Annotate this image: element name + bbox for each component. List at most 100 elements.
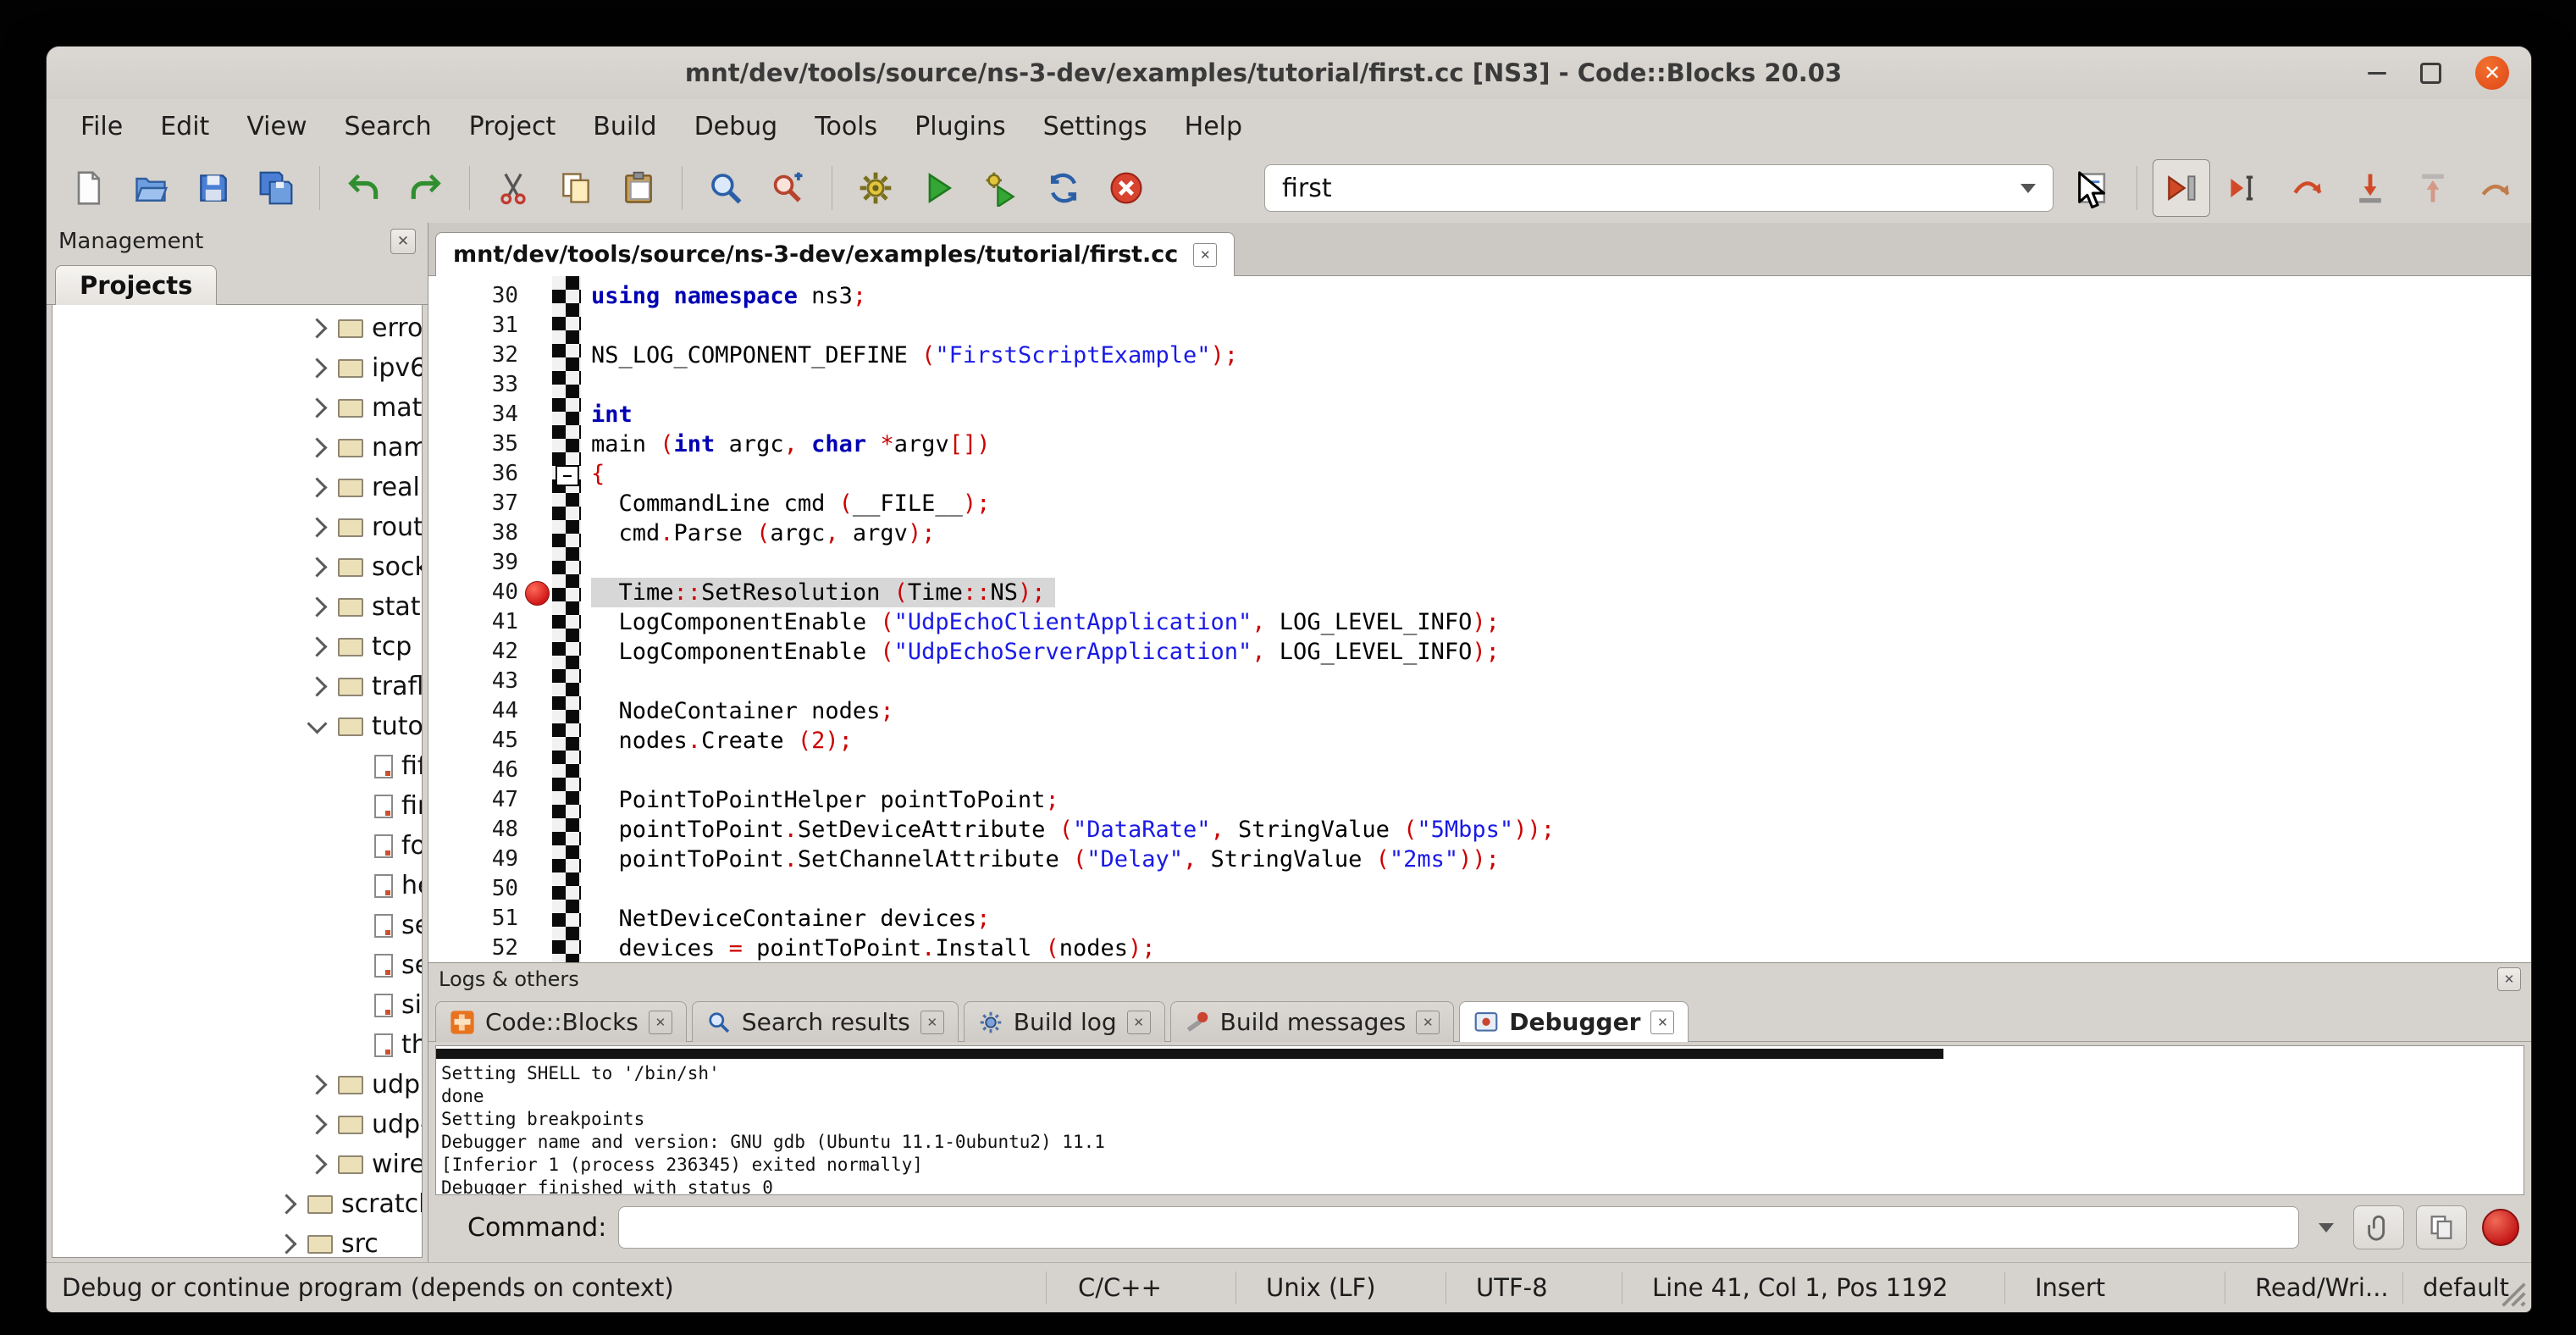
tab-close-icon[interactable]: ✕ (1127, 1011, 1151, 1034)
tree-item-udp-[interactable]: udp- (53, 1105, 422, 1144)
debug-continue-button[interactable] (2153, 159, 2210, 217)
chevron-right-icon[interactable] (307, 676, 327, 696)
menu-build[interactable]: Build (574, 107, 675, 147)
redo-button[interactable] (398, 160, 454, 216)
code-area[interactable]: 30using namespace ns3;3132NS_LOG_COMPONE… (428, 281, 2531, 962)
menu-tools[interactable]: Tools (796, 107, 896, 147)
tree-item-nam[interactable]: nam (53, 428, 422, 468)
command-input[interactable] (618, 1206, 2299, 1249)
command-history-chevron-icon[interactable] (2311, 1209, 2341, 1246)
editor-tab-first-cc[interactable]: mnt/dev/tools/source/ns-3-dev/examples/t… (435, 232, 1235, 276)
chevron-right-icon[interactable] (276, 1233, 296, 1254)
code-line-44[interactable]: 44 NodeContainer nodes; (428, 696, 2531, 726)
code-line-43[interactable]: 43 (428, 667, 2531, 696)
tree-item-real[interactable]: real (53, 468, 422, 507)
tree-item-wire[interactable]: wire (53, 1144, 422, 1184)
chevron-right-icon[interactable] (307, 357, 327, 378)
next-line-button[interactable] (2280, 160, 2336, 216)
chevron-right-icon[interactable] (307, 636, 327, 656)
chevron-down-icon[interactable] (307, 713, 327, 734)
title-bar[interactable]: mnt/dev/tools/source/ns-3-dev/examples/t… (47, 47, 2531, 99)
code-line-40[interactable]: 40 Time::SetResolution (Time::NS); (428, 578, 2531, 607)
menu-project[interactable]: Project (451, 107, 575, 147)
run-button[interactable] (910, 160, 966, 216)
step-out-button[interactable] (2405, 160, 2461, 216)
chevron-down-icon[interactable] (2020, 184, 2036, 193)
chevron-right-icon[interactable] (307, 596, 327, 617)
resize-grip[interactable] (2490, 1271, 2528, 1309)
tree-item-si[interactable]: si (53, 985, 422, 1025)
tab-close-icon[interactable]: ✕ (649, 1011, 672, 1034)
chevron-right-icon[interactable] (276, 1194, 296, 1214)
tree-item-fo[interactable]: fo (53, 826, 422, 866)
code-line-48[interactable]: 48 pointToPoint.SetDeviceAttribute ("Dat… (428, 815, 2531, 845)
editor-tab-close-icon[interactable]: ✕ (1193, 243, 1217, 267)
tree-item-tcp[interactable]: tcp (53, 627, 422, 667)
close-button[interactable]: ✕ (2475, 56, 2509, 90)
paste-button[interactable] (611, 160, 666, 216)
code-line-37[interactable]: 37 CommandLine cmd (__FILE__); (428, 489, 2531, 518)
logs-panel-close-icon[interactable]: ✕ (2497, 967, 2521, 991)
code-line-41[interactable]: 41 LogComponentEnable ("UdpEchoClientApp… (428, 607, 2531, 637)
chevron-right-icon[interactable] (307, 437, 327, 457)
code-line-42[interactable]: 42 LogComponentEnable ("UdpEchoServerApp… (428, 637, 2531, 667)
tree-item-fir[interactable]: fir (53, 786, 422, 826)
tree-item-se[interactable]: se (53, 906, 422, 945)
tree-item-scratcl[interactable]: scratcl (53, 1184, 422, 1224)
stop-debugger-button[interactable] (2482, 1209, 2519, 1246)
incremental-search-combo[interactable]: first (1264, 164, 2054, 212)
chevron-right-icon[interactable] (307, 517, 327, 537)
build-button[interactable] (848, 160, 904, 216)
save-button[interactable] (185, 160, 241, 216)
chevron-right-icon[interactable] (307, 318, 327, 338)
code-line-35[interactable]: 35main (int argc, char *argv[]) (428, 429, 2531, 459)
logs-tab-search-results[interactable]: Search results✕ (692, 1001, 959, 1042)
menu-plugins[interactable]: Plugins (896, 107, 1024, 147)
menu-edit[interactable]: Edit (141, 107, 228, 147)
chevron-right-icon[interactable] (307, 1074, 327, 1094)
save-all-button[interactable] (248, 160, 304, 216)
chevron-right-icon[interactable] (307, 397, 327, 418)
open-file-button[interactable] (123, 160, 179, 216)
menu-view[interactable]: View (228, 107, 325, 147)
find-button[interactable] (698, 160, 754, 216)
code-line-50[interactable]: 50 (428, 874, 2531, 904)
attach-button[interactable] (2353, 1205, 2404, 1249)
tree-item-se[interactable]: se (53, 945, 422, 985)
run-to-cursor-button[interactable] (2217, 160, 2273, 216)
menu-search[interactable]: Search (326, 107, 451, 147)
logs-tab-code-blocks[interactable]: Code::Blocks✕ (435, 1001, 687, 1042)
code-line-45[interactable]: 45 nodes.Create (2); (428, 726, 2531, 756)
chevron-right-icon[interactable] (307, 1154, 327, 1174)
code-line-39[interactable]: 39 (428, 548, 2531, 578)
tab-projects[interactable]: Projects (55, 265, 217, 305)
tab-close-icon[interactable]: ✕ (920, 1011, 944, 1034)
undo-button[interactable] (335, 160, 391, 216)
debugger-log-output[interactable]: Setting SHELL to '/bin/sh'doneSetting br… (435, 1045, 2524, 1195)
management-close-icon[interactable]: ✕ (390, 229, 416, 254)
code-line-30[interactable]: 30using namespace ns3; (428, 281, 2531, 311)
chevron-right-icon[interactable] (307, 1114, 327, 1134)
logs-tab-debugger[interactable]: Debugger✕ (1459, 1001, 1689, 1042)
tab-close-icon[interactable]: ✕ (1416, 1011, 1440, 1034)
copy-log-button[interactable] (2416, 1205, 2467, 1249)
tree-item-udp[interactable]: udp (53, 1065, 422, 1105)
code-line-46[interactable]: 46 (428, 756, 2531, 785)
tree-item-src[interactable]: src (53, 1224, 422, 1258)
tree-item-stat[interactable]: stat (53, 587, 422, 627)
code-line-32[interactable]: 32NS_LOG_COMPONENT_DEFINE ("FirstScriptE… (428, 341, 2531, 370)
chevron-right-icon[interactable] (307, 477, 327, 497)
maximize-button[interactable] (2420, 63, 2441, 84)
tab-close-icon[interactable]: ✕ (1650, 1011, 1674, 1034)
chevron-right-icon[interactable] (307, 557, 327, 577)
breakpoint-marker[interactable] (525, 581, 550, 606)
abort-build-button[interactable] (1098, 160, 1154, 216)
code-editor[interactable]: 30using namespace ns3;3132NS_LOG_COMPONE… (428, 276, 2531, 962)
code-line-51[interactable]: 51 NetDeviceContainer devices; (428, 904, 2531, 933)
log-selected-row[interactable] (436, 1049, 1943, 1059)
step-into-instruction-button[interactable] (2530, 160, 2532, 216)
next-instruction-button[interactable] (2468, 160, 2523, 216)
logs-tab-build-messages[interactable]: Build messages✕ (1170, 1001, 1455, 1042)
cut-button[interactable] (485, 160, 541, 216)
code-line-47[interactable]: 47 PointToPointHelper pointToPoint; (428, 785, 2531, 815)
